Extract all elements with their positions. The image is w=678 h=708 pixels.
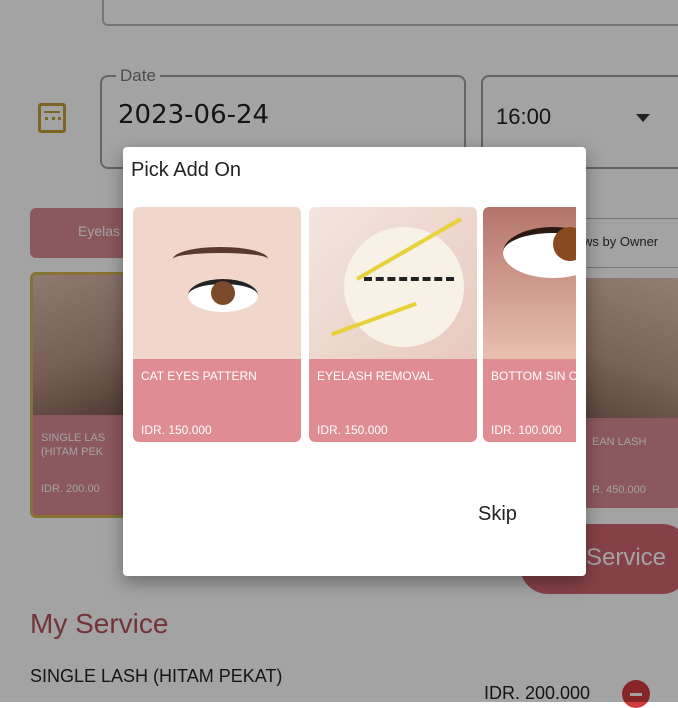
add-on-name: BOTTOM SIN on): [491, 369, 576, 383]
add-on-name: EYELASH REMOVAL: [317, 369, 434, 383]
pick-add-on-dialog: Pick Add On CAT EYES PATTERN IDR. 150.00…: [123, 147, 586, 576]
add-on-photo: [309, 207, 477, 359]
add-on-card[interactable]: CAT EYES PATTERN IDR. 150.000: [133, 207, 301, 442]
add-on-list[interactable]: CAT EYES PATTERN IDR. 150.000 EYELASH RE…: [133, 207, 576, 445]
add-on-photo: [483, 207, 576, 359]
add-on-price: IDR. 150.000: [317, 423, 388, 437]
add-on-name: CAT EYES PATTERN: [141, 369, 257, 383]
skip-button[interactable]: Skip: [478, 503, 517, 526]
add-on-photo: [133, 207, 301, 359]
dialog-title: Pick Add On: [131, 159, 242, 181]
add-on-price: IDR. 150.000: [141, 423, 212, 437]
add-on-card[interactable]: BOTTOM SIN on) IDR. 100.000: [483, 207, 576, 442]
add-on-card[interactable]: EYELASH REMOVAL IDR. 150.000: [309, 207, 477, 442]
add-on-price: IDR. 100.000: [491, 423, 562, 437]
